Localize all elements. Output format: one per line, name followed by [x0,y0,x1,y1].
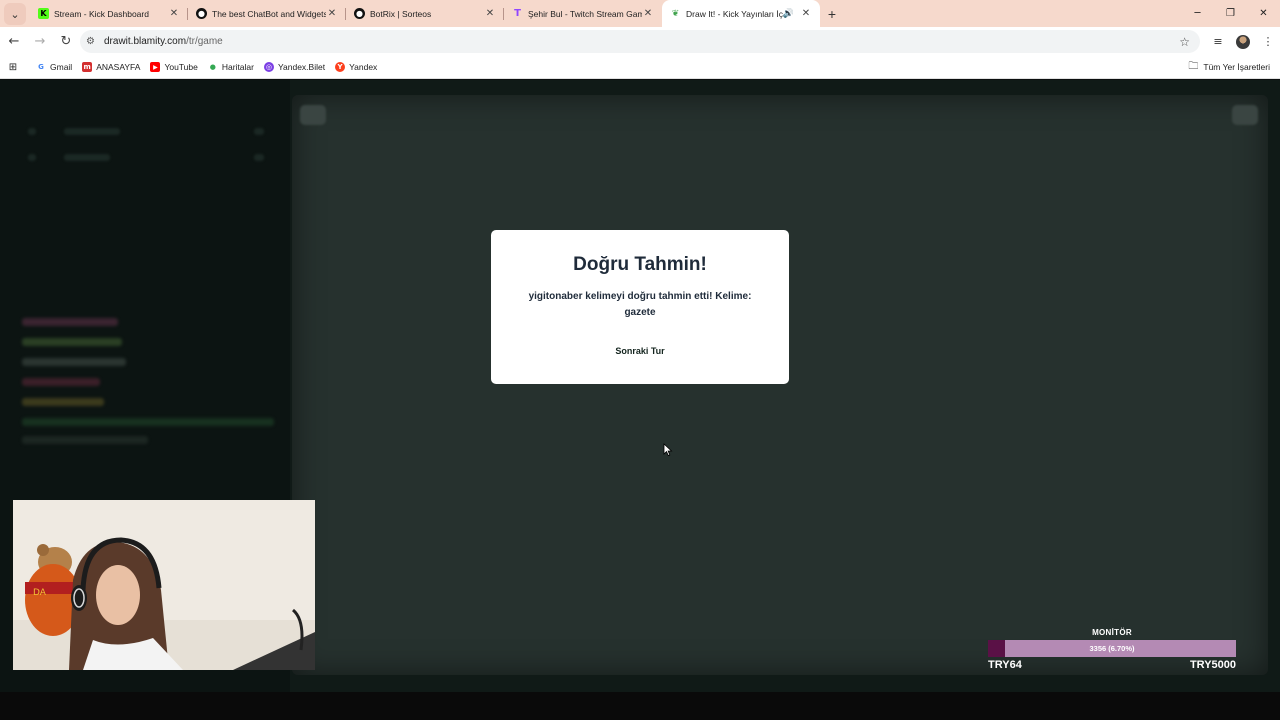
maps-pin-icon: ● [209,63,216,71]
window-controls: ─ ❐ ✕ [1181,0,1280,27]
youtube-icon: ▶ [150,62,161,72]
all-bookmarks[interactable]: 🗀 Tüm Yer İşaretleri [1188,59,1270,76]
chat-line [22,318,118,326]
tab-title: Stream - Kick Dashboard [54,8,149,19]
goal-title: MONİTÖR [1092,628,1132,637]
yandex-bilet-icon: ◎ [263,62,274,72]
chat-line [22,378,100,386]
tab-botrix-sorteos[interactable]: ● BotRix | Sorteos ✕ [346,0,504,27]
goal-start-amount: TRY64 [988,659,1022,671]
reload-icon[interactable]: ↻ [54,30,78,54]
site-settings-icon[interactable]: ⚙ [86,36,100,47]
menu-button[interactable] [300,105,326,125]
webcam-overlay: DA [13,500,315,670]
chat-line [22,358,126,366]
modal-title: Doğru Tahmin! [573,254,707,275]
modal-message: yigitonaber kelimeyi doğru tahmin etti! … [528,291,752,318]
close-icon[interactable]: ✕ [326,8,338,19]
close-icon[interactable]: ✕ [642,8,654,19]
correct-guess-modal: Doğru Tahmin! yigitonaber kelimeyi doğru… [491,230,789,384]
forward-icon[interactable]: → [28,30,52,54]
goal-target-amount: TRY5000 [1189,659,1236,671]
menu-icon[interactable]: ⋮ [1256,35,1280,48]
chat-line [22,418,274,426]
tab-title: BotRix | Sorteos [370,8,432,19]
close-window-icon[interactable]: ✕ [1247,0,1280,27]
tab-kick-dashboard[interactable]: K Stream - Kick Dashboard ✕ [30,0,188,27]
goal-progress-text: 3356 (6.70%) [1089,644,1135,653]
apps-grid-icon[interactable]: ⊞ [0,62,26,73]
address-bar[interactable]: ⚙ drawit.blamity.com/tr/game ☆ [80,30,1200,53]
close-icon[interactable]: ✕ [800,8,812,19]
bottom-bar [0,692,1280,720]
tab-title: Şehir Bul - Twitch Stream Game [528,8,642,19]
minimize-icon[interactable]: ─ [1181,0,1214,27]
profile-avatar[interactable] [1236,34,1250,49]
github-icon: ● [196,8,207,19]
close-icon[interactable]: ✕ [168,8,180,19]
player-row [28,126,264,136]
media-controls-icon[interactable]: ≡ [1206,35,1230,48]
kick-icon: K [38,8,49,19]
chat-line [22,436,148,444]
bookmark-anasayfa[interactable]: m ANASAYFA [82,62,140,72]
next-round-button[interactable]: Sonraki Tur [610,340,670,362]
bookmarks-bar: ⊞ G Gmail m ANASAYFA ▶ YouTube ● Haritalar ◎… [0,56,1280,79]
url-text[interactable]: drawit.blamity.com/tr/game [104,36,223,47]
back-icon[interactable]: ← [2,30,26,54]
mouse-cursor-icon [663,443,673,457]
tab-chatbot-widgets[interactable]: ● The best ChatBot and Widgets ✕ [188,0,346,27]
drawing-canvas[interactable] [292,95,1268,675]
bookmark-youtube[interactable]: ▶ YouTube [150,62,198,72]
player-row [28,152,264,162]
tab-draw-it[interactable]: ❦ Draw It! - Kick Yayınları İçin 🔊 ✕ [662,0,820,27]
tab-strip: ⌄ K Stream - Kick Dashboard ✕ ● The best… [0,0,1280,27]
browser-toolbar: ← → ↻ ⚙ drawit.blamity.com/tr/game ☆ ≡ ⋮ [0,27,1280,56]
folder-icon: 🗀 [1188,60,1199,72]
streamer-image: DA [13,500,315,670]
new-tab-button[interactable]: + [820,0,844,27]
tab-search-button[interactable]: ⌄ [4,3,26,25]
tab-title: The best ChatBot and Widgets [212,8,326,19]
leaf-icon: ❦ [671,8,680,19]
bookmark-star-icon[interactable]: ☆ [1179,35,1190,49]
tab-sehir-bul[interactable]: T Şehir Bul - Twitch Stream Game ✕ [504,0,662,27]
svg-text:DA: DA [33,588,47,598]
google-icon: G [38,63,44,71]
bookmark-yandex-bilet[interactable]: ◎ Yandex.Bilet [263,62,325,72]
yandex-icon: Y [335,62,346,72]
settings-button[interactable] [1232,105,1258,125]
speaker-icon[interactable]: 🔊 [783,9,794,19]
restore-icon[interactable]: ❐ [1214,0,1247,27]
bookmark-yandex[interactable]: Y Yandex [335,62,377,72]
twitch-t-icon: T [514,8,521,19]
bookmark-gmail[interactable]: G Gmail [36,62,72,72]
donation-goal-widget: MONİTÖR 3356 (6.70%) TRY64 TRY5000 [988,628,1236,676]
close-icon[interactable]: ✕ [484,8,496,19]
chat-line [22,398,104,406]
goal-progress-bar: 3356 (6.70%) [988,640,1236,657]
m-icon: m [82,62,93,72]
github-icon: ● [354,8,365,19]
bookmark-haritalar[interactable]: ● Haritalar [208,62,254,72]
tab-title: Draw It! - Kick Yayınları İçin [686,8,783,19]
chat-line [22,338,122,346]
